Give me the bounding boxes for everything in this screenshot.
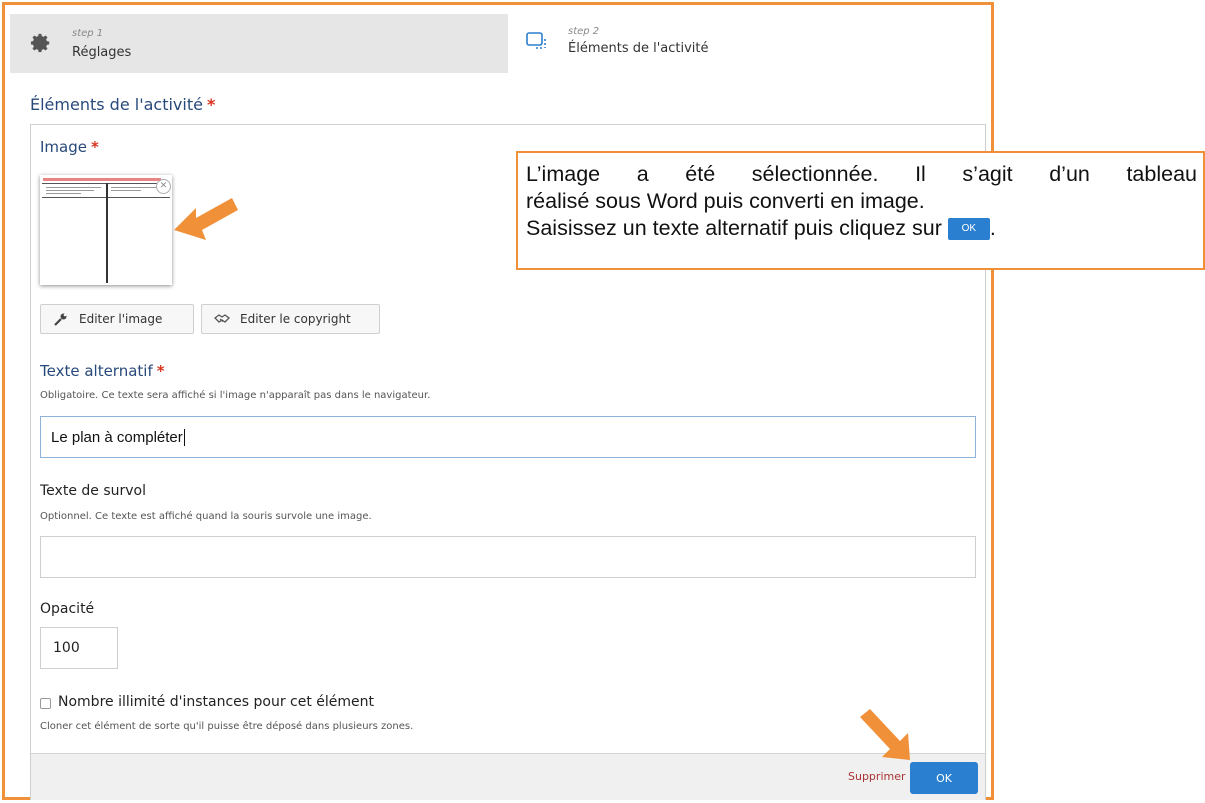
callout-period: . (989, 216, 996, 240)
hover-text-label: Texte de survol (40, 483, 146, 499)
callout-line-2: réalisé sous Word puis converti en image… (526, 189, 925, 213)
thumbnail-column-line (106, 183, 108, 283)
unlimited-instances-label: Nombre illimité d'instances pour cet élé… (58, 694, 375, 710)
remove-image-close-icon[interactable]: ✕ (156, 179, 171, 194)
image-thumbnail[interactable] (40, 175, 172, 285)
step-2-tab[interactable]: step 2 Éléments de l'activité (508, 14, 988, 73)
alt-text-description: Obligatoire. Ce texte sera affiché si l'… (40, 390, 431, 401)
thumbnail-text-line (46, 193, 81, 194)
alt-text-value: Le plan à compléter (51, 428, 183, 446)
handshake-icon (214, 314, 230, 323)
alt-text-label: Texte alternatif * (40, 362, 165, 380)
callout-line-3: Saisissez un texte alternatif puis cliqu… (526, 215, 1197, 242)
delete-link[interactable]: Supprimer (848, 770, 906, 783)
step-2-number: step 2 (568, 26, 600, 37)
edit-copyright-button[interactable]: Editer le copyright (201, 304, 380, 334)
required-mark: * (206, 95, 216, 114)
text-caret (183, 428, 185, 446)
edit-copyright-label: Editer le copyright (240, 312, 351, 326)
gear-icon (30, 33, 50, 53)
callout-ok-button-image: OK (947, 218, 990, 241)
section-title: Éléments de l'activité * (30, 95, 215, 114)
edit-image-label: Editer l'image (79, 312, 163, 326)
step-1-label: Réglages (72, 45, 132, 60)
annotation-arrow-icon (860, 709, 910, 760)
opacity-input[interactable]: 100 (40, 627, 118, 669)
thumbnail-text-line (46, 187, 101, 188)
unlimited-instances-description: Cloner cet élément de sorte qu'il puisse… (40, 721, 414, 732)
required-mark: * (90, 138, 99, 156)
required-mark: * (156, 362, 165, 380)
panel-footer (31, 753, 985, 800)
ok-button[interactable]: OK (910, 762, 978, 794)
step-1-tab[interactable]: step 1 Réglages (10, 14, 508, 73)
step-2-label: Éléments de l'activité (568, 41, 709, 56)
unlimited-instances-checkbox[interactable] (40, 698, 51, 709)
hover-text-description: Optionnel. Ce texte est affiché quand la… (40, 511, 372, 522)
thumbnail-header-line (43, 178, 161, 181)
thumbnail-text-line (111, 190, 141, 191)
image-label-text: Image (40, 138, 87, 156)
callout-line-3-text: Saisissez un texte alternatif puis cliqu… (526, 216, 942, 240)
opacity-label: Opacité (40, 601, 95, 617)
elements-icon (526, 32, 546, 49)
step-navigation: step 1 Réglages step 2 Éléments de l'act… (10, 14, 988, 73)
opacity-value: 100 (53, 640, 80, 656)
image-label: Image * (40, 138, 99, 156)
callout-line-1: L’image a été sélectionnée. Il s’agit d’… (526, 162, 1197, 186)
alt-text-label-text: Texte alternatif (40, 362, 153, 380)
step-1-number: step 1 (72, 28, 104, 39)
edit-image-button[interactable]: Editer l'image (40, 304, 194, 334)
wrench-icon (54, 313, 67, 326)
thumbnail-text-line (46, 190, 94, 191)
alt-text-input[interactable]: Le plan à compléter (40, 416, 976, 458)
hover-text-input[interactable] (40, 536, 976, 578)
instruction-callout: L’image a été sélectionnée. Il s’agit d’… (516, 151, 1205, 270)
section-title-text: Éléments de l'activité (30, 95, 203, 114)
annotation-arrow-icon (174, 198, 238, 240)
